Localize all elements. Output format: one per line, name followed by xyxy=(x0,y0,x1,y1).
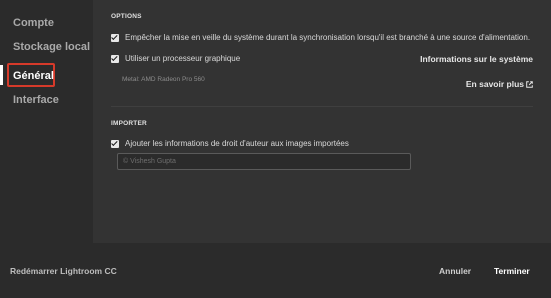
use-gpu-row[interactable]: Utiliser un processeur graphique xyxy=(111,54,240,63)
copyright-label: Ajouter les informations de droit d'aute… xyxy=(125,139,349,148)
gpu-info-text: Metal: AMD Radeon Pro 560 xyxy=(122,76,205,83)
section-divider xyxy=(111,106,533,107)
done-button[interactable]: Terminer xyxy=(494,266,530,276)
sidebar-item-interface[interactable]: Interface xyxy=(13,94,59,106)
restart-lightroom-button[interactable]: Redémarrer Lightroom CC xyxy=(10,266,117,276)
system-info-link[interactable]: Informations sur le système xyxy=(420,54,533,64)
copyright-input[interactable]: © Vishesh Gupta xyxy=(117,153,411,170)
preferences-sidebar: Compte Stockage local Général Interface xyxy=(0,0,93,243)
prevent-sleep-checkbox[interactable] xyxy=(111,33,119,42)
sidebar-item-compte[interactable]: Compte xyxy=(13,17,54,29)
options-section-title: OPTIONS xyxy=(111,13,142,20)
sidebar-item-general[interactable]: Général xyxy=(13,70,54,82)
use-gpu-checkbox[interactable] xyxy=(111,54,119,63)
prevent-sleep-label: Empêcher la mise en veille du système du… xyxy=(125,33,531,42)
external-link-icon xyxy=(526,81,533,88)
sidebar-active-indicator xyxy=(0,65,3,85)
sidebar-item-stockage-local[interactable]: Stockage local xyxy=(13,41,90,53)
preferences-footer: Redémarrer Lightroom CC Annuler Terminer xyxy=(0,243,551,298)
cancel-button[interactable]: Annuler xyxy=(439,266,471,276)
learn-more-link[interactable]: En savoir plus xyxy=(466,79,533,89)
preferences-content: OPTIONS Empêcher la mise en veille du sy… xyxy=(93,0,551,243)
use-gpu-label: Utiliser un processeur graphique xyxy=(125,54,241,63)
prevent-sleep-row[interactable]: Empêcher la mise en veille du système du… xyxy=(111,33,530,42)
copyright-row[interactable]: Ajouter les informations de droit d'aute… xyxy=(111,139,349,148)
import-section-title: IMPORTER xyxy=(111,120,147,127)
preferences-window: Compte Stockage local Général Interface … xyxy=(0,0,551,298)
copyright-checkbox[interactable] xyxy=(111,139,119,148)
learn-more-label: En savoir plus xyxy=(465,79,524,89)
